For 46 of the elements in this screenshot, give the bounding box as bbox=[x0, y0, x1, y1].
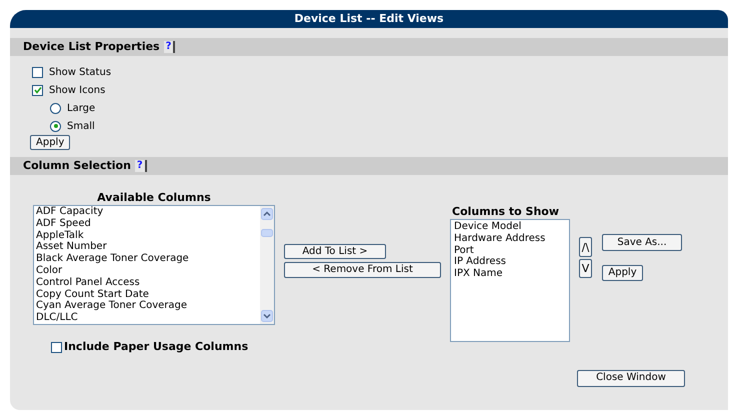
list-option[interactable]: Control Panel Access bbox=[36, 276, 140, 289]
window-title: Device List -- Edit Views bbox=[10, 10, 728, 28]
available-columns-list[interactable]: ADF Capacity ADF Speed AppleTalk Asset Number Black Average Toner Coverage Color Control Panel Access Copy Count Start Date Cyan Average Toner Coverage DLC/LLC bbox=[33, 205, 275, 325]
list-option[interactable]: Port bbox=[454, 244, 474, 256]
list-option[interactable]: Device Model bbox=[454, 221, 522, 233]
checkbox-label: Include Paper Usage Columns bbox=[64, 339, 248, 355]
scroll-up-icon[interactable] bbox=[261, 208, 273, 220]
list-option[interactable]: IPX Name bbox=[454, 268, 503, 280]
list-heading: Available Columns bbox=[97, 190, 211, 205]
radio-button[interactable] bbox=[50, 102, 61, 114]
radio-label: Small bbox=[67, 120, 95, 134]
radio-label: Large bbox=[67, 102, 96, 116]
list-option[interactable]: DLC/LLC bbox=[36, 312, 78, 324]
checkbox[interactable] bbox=[51, 342, 62, 353]
add-to-list-button[interactable]: Add To List > bbox=[284, 244, 386, 259]
list-option[interactable]: Black Average Toner Coverage bbox=[36, 253, 189, 265]
scrollbar[interactable] bbox=[260, 206, 274, 324]
checkbox[interactable] bbox=[32, 84, 43, 96]
list-option[interactable]: ADF Speed bbox=[36, 218, 91, 230]
checkbox-label: Show Status bbox=[49, 66, 112, 80]
checkbox-label: Show Icons bbox=[49, 84, 106, 98]
list-option[interactable]: Hardware Address bbox=[454, 232, 546, 245]
close-window-button[interactable]: Close Window bbox=[577, 370, 685, 386]
list-heading: Columns to Show bbox=[452, 204, 560, 219]
section-title: Column Selection bbox=[23, 158, 131, 174]
list-option[interactable]: ADF Capacity bbox=[36, 206, 104, 218]
list-option[interactable]: Asset Number bbox=[36, 241, 107, 254]
move-down-button[interactable]: V bbox=[579, 259, 592, 278]
checkbox[interactable] bbox=[32, 66, 43, 78]
radio-button[interactable] bbox=[50, 120, 61, 132]
list-option[interactable]: Cyan Average Toner Coverage bbox=[36, 300, 188, 312]
list-option[interactable]: Copy Count Start Date bbox=[36, 288, 149, 300]
scroll-thumb-icon[interactable] bbox=[261, 229, 273, 237]
scroll-down-icon[interactable] bbox=[261, 310, 273, 322]
save-as-button[interactable]: Save As... bbox=[602, 234, 682, 251]
section-title: Device List Properties bbox=[23, 38, 160, 55]
list-option[interactable]: Color bbox=[36, 264, 62, 277]
help-icon[interactable]: ? bbox=[134, 160, 147, 172]
remove-from-list-button[interactable]: < Remove From List bbox=[284, 262, 441, 278]
list-option[interactable]: AppleTalk bbox=[36, 230, 84, 242]
columns-to-show-list[interactable]: Device Model Hardware Address Port IP Address IPX Name bbox=[450, 219, 570, 342]
list-option[interactable]: IP Address bbox=[454, 256, 506, 268]
apply-button[interactable]: Apply bbox=[602, 265, 643, 281]
help-icon[interactable]: ? bbox=[164, 41, 176, 53]
apply-button[interactable]: Apply bbox=[30, 135, 70, 150]
move-up-button[interactable]: /\ bbox=[579, 237, 592, 257]
